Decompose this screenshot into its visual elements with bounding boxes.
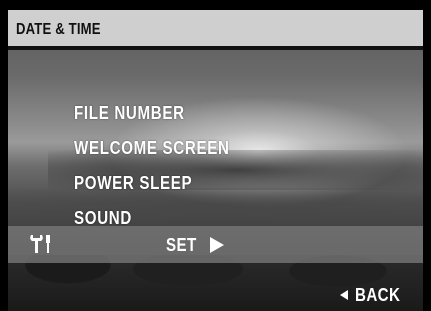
- back-arrow-icon: [340, 290, 348, 300]
- wrench-icon: [30, 235, 50, 253]
- set-button[interactable]: SET: [166, 234, 225, 256]
- menu-item-file-number[interactable]: FILE NUMBER: [74, 96, 230, 131]
- menu-item-power-sleep[interactable]: POWER SLEEP: [74, 166, 230, 201]
- play-arrow-icon: [209, 237, 224, 253]
- back-button[interactable]: BACK: [339, 285, 409, 305]
- back-label: BACK: [355, 284, 401, 305]
- camera-lcd-frame: DATE & TIME FILE NUMBER WELCOME SCREEN P…: [0, 0, 431, 311]
- menu-item-welcome-screen[interactable]: WELCOME SCREEN: [74, 131, 230, 166]
- action-bar: SET: [8, 226, 423, 263]
- settings-menu: FILE NUMBER WELCOME SCREEN POWER SLEEP S…: [74, 96, 259, 236]
- page-title: DATE & TIME: [16, 21, 101, 38]
- lcd-screen: DATE & TIME FILE NUMBER WELCOME SCREEN P…: [8, 10, 423, 311]
- menu-header: DATE & TIME: [8, 10, 423, 50]
- set-label: SET: [166, 234, 197, 255]
